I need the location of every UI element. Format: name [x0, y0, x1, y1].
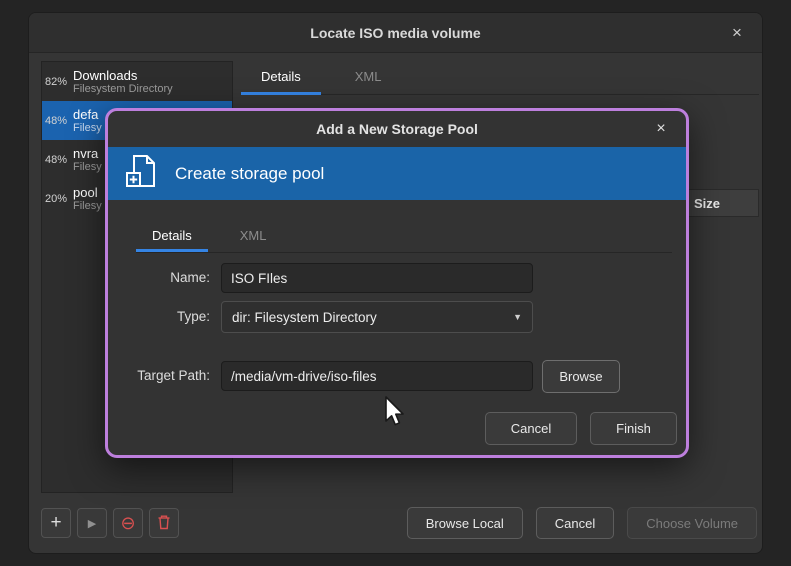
pool-name: pool — [73, 185, 102, 200]
pool-type: Filesy — [73, 122, 102, 135]
pool-name: defa — [73, 107, 102, 122]
column-size[interactable]: Size — [694, 196, 720, 211]
dialog-titlebar[interactable]: Add a New Storage Pool × — [108, 111, 686, 147]
mouse-cursor — [383, 396, 405, 433]
type-dropdown-value: dir: Filesystem Directory — [232, 310, 377, 325]
type-label: Type: — [108, 309, 210, 324]
add-pool-button[interactable]: + — [41, 508, 71, 538]
pool-usage-percent: 48% — [42, 154, 73, 166]
dialog-cancel-button[interactable]: Cancel — [485, 412, 577, 445]
pool-name: Downloads — [73, 68, 173, 83]
pool-name: nvra — [73, 146, 102, 161]
chevron-down-icon: ▼ — [513, 312, 522, 322]
pool-usage-percent: 20% — [42, 193, 73, 205]
browse-button[interactable]: Browse — [542, 360, 620, 393]
play-icon: ▶ — [88, 517, 96, 530]
plus-icon: + — [50, 512, 61, 534]
stop-pool-button[interactable]: ⊖ — [113, 508, 143, 538]
tab-xml[interactable]: XML — [335, 61, 402, 95]
window-footer-buttons: Browse Local Cancel Choose Volume — [407, 507, 757, 539]
window-title: Locate ISO media volume — [310, 25, 480, 41]
circle-minus-icon: ⊖ — [120, 513, 135, 534]
type-dropdown[interactable]: dir: Filesystem Directory ▼ — [221, 301, 533, 333]
name-label: Name: — [108, 270, 210, 285]
pool-type: Filesy — [73, 161, 102, 174]
browse-local-button[interactable]: Browse Local — [407, 507, 523, 539]
window-titlebar[interactable]: Locate ISO media volume × — [29, 13, 762, 53]
pool-usage-percent: 48% — [42, 115, 73, 127]
start-pool-button[interactable]: ▶ — [77, 508, 107, 538]
dialog-tabs: Details XML — [136, 222, 672, 253]
pool-usage-percent: 82% — [42, 76, 73, 88]
create-pool-header: Create storage pool — [108, 147, 686, 200]
tab-details[interactable]: Details — [241, 61, 321, 95]
delete-pool-button[interactable] — [149, 508, 179, 538]
target-path-input[interactable] — [221, 361, 533, 391]
trash-icon — [157, 514, 171, 533]
dialog-tab-details[interactable]: Details — [136, 222, 208, 252]
dialog-close-icon[interactable]: × — [650, 118, 672, 140]
name-input[interactable] — [221, 263, 533, 293]
target-path-label: Target Path: — [108, 368, 210, 383]
dialog-tab-xml[interactable]: XML — [224, 222, 283, 252]
cancel-button[interactable]: Cancel — [536, 507, 614, 539]
window-close-icon[interactable]: × — [726, 22, 748, 44]
new-document-icon — [124, 153, 160, 194]
dialog-title: Add a New Storage Pool — [316, 121, 478, 137]
create-pool-header-label: Create storage pool — [175, 164, 324, 184]
pool-list-item[interactable]: 82% Downloads Filesystem Directory — [42, 62, 232, 101]
finish-button[interactable]: Finish — [590, 412, 677, 445]
pool-type: Filesystem Directory — [73, 83, 173, 96]
pool-detail-tabs: Details XML — [241, 61, 759, 95]
choose-volume-button: Choose Volume — [627, 507, 757, 539]
pool-type: Filesy — [73, 200, 102, 213]
